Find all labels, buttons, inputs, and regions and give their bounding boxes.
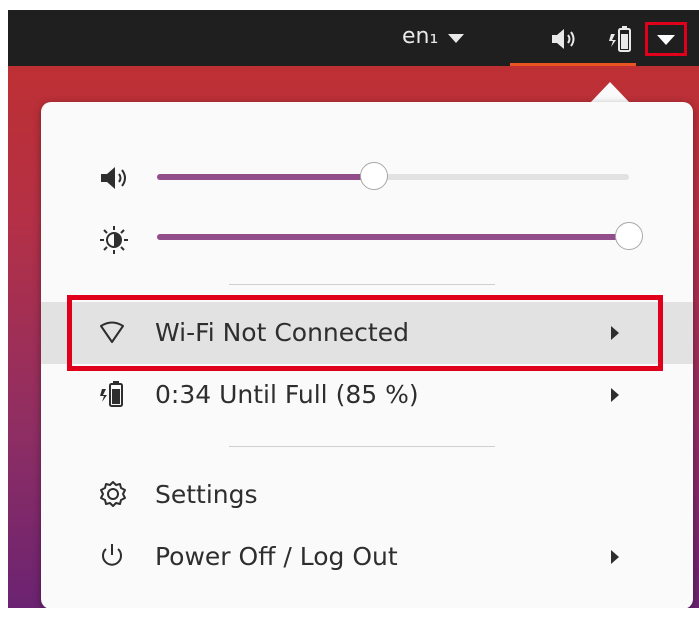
- language-dropdown-arrow-icon: [448, 34, 465, 43]
- power-label: Power Off / Log Out: [155, 542, 398, 571]
- speaker-icon: [101, 167, 126, 189]
- brightness-slider-fill: [157, 234, 629, 240]
- volume-slider[interactable]: [157, 162, 629, 190]
- volume-slider-handle[interactable]: [360, 162, 389, 190]
- volume-slider-fill: [157, 174, 375, 180]
- speaker-icon: [552, 29, 575, 49]
- battery-menu-item[interactable]: 0:34 Until Full (85 %): [41, 364, 693, 426]
- top-bar: en₁: [8, 10, 699, 66]
- language-label: en₁: [402, 24, 439, 49]
- language-indicator[interactable]: en₁: [402, 24, 465, 49]
- brightness-icon: [100, 226, 128, 254]
- popup-pointer: [590, 82, 630, 103]
- desktop-background: en₁ Wi-Fi Not Connected 0:34 Until Full …: [8, 10, 699, 608]
- active-indicator: [510, 63, 636, 66]
- brightness-slider-row: [41, 217, 693, 257]
- wifi-annotation-box: [67, 295, 663, 371]
- submenu-arrow-icon: [611, 388, 619, 402]
- settings-menu-item[interactable]: Settings: [41, 464, 693, 526]
- volume-slider-row: [41, 157, 693, 197]
- system-status-area[interactable]: [510, 10, 636, 66]
- submenu-arrow-icon: [611, 550, 619, 564]
- settings-label: Settings: [155, 480, 258, 509]
- system-menu-arrow-icon: [657, 35, 675, 45]
- brightness-slider[interactable]: [157, 222, 643, 250]
- power-icon: [102, 544, 122, 566]
- separator: [229, 446, 495, 447]
- battery-status-label: 0:34 Until Full (85 %): [155, 380, 419, 409]
- power-menu-item[interactable]: Power Off / Log Out: [41, 526, 693, 588]
- separator: [229, 284, 495, 285]
- gear-icon: [100, 481, 126, 507]
- battery-charging-icon: [609, 26, 631, 52]
- brightness-slider-handle[interactable]: [615, 222, 643, 250]
- system-menu-button[interactable]: [645, 22, 687, 56]
- battery-charging-icon: [100, 381, 123, 407]
